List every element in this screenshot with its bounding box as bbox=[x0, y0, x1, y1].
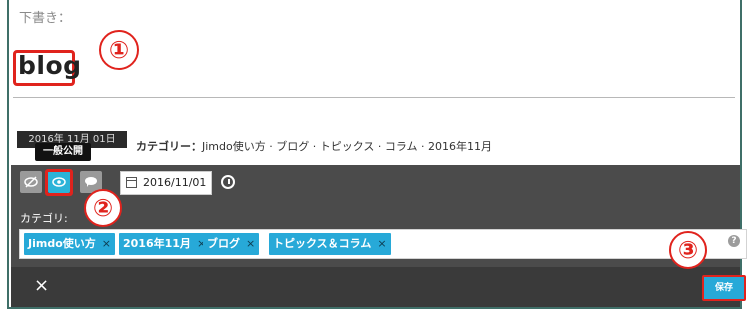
tag-remove-button[interactable]: × bbox=[377, 237, 386, 250]
calendar-icon bbox=[126, 177, 137, 188]
draft-label: 下書き： bbox=[19, 11, 72, 26]
blog-post-editor: 下書き： blog ① 2016年 11月 01日 カテゴリー：Jimdo使い方… bbox=[7, 0, 747, 309]
step-2-marker: ② bbox=[84, 189, 122, 227]
tag-label: 2016年11月 bbox=[123, 237, 191, 250]
save-button[interactable]: 保存 bbox=[702, 275, 746, 301]
category-tag: トピックス＆コラム × bbox=[269, 233, 391, 255]
close-button[interactable]: × bbox=[34, 277, 49, 295]
public-tooltip: 一般公開 bbox=[35, 143, 91, 161]
tag-label: Jimdo使い方 bbox=[28, 237, 96, 250]
hide-post-button[interactable] bbox=[20, 171, 42, 193]
eye-slash-icon bbox=[24, 176, 38, 188]
tag-remove-button[interactable]: × bbox=[102, 237, 111, 250]
comment-icon bbox=[85, 177, 97, 187]
category-tag: Jimdo使い方 × bbox=[24, 233, 115, 255]
publish-date-value: 2016/11/01 bbox=[143, 176, 207, 189]
step-3-marker: ③ bbox=[669, 231, 707, 269]
category-tag: ブログ × bbox=[203, 233, 260, 255]
category-meta-text: Jimdo使い方 · ブログ · トピックス · コラム · 2016年11月 bbox=[202, 140, 493, 153]
step-1-marker: ① bbox=[99, 30, 139, 70]
clock-icon[interactable] bbox=[221, 175, 235, 189]
category-meta-prefix: カテゴリー： bbox=[136, 140, 202, 153]
category-label: カテゴリ: bbox=[20, 212, 68, 225]
editor-footer bbox=[11, 267, 740, 307]
category-tag: 2016年11月 × bbox=[119, 233, 211, 255]
help-icon[interactable]: ? bbox=[728, 235, 740, 247]
category-meta: カテゴリー：Jimdo使い方 · ブログ · トピックス · コラム · 201… bbox=[136, 138, 492, 154]
title-divider bbox=[13, 97, 735, 98]
publish-date-input[interactable]: 2016/11/01 bbox=[120, 171, 212, 195]
public-button-highlight bbox=[45, 169, 73, 196]
tag-remove-button[interactable]: × bbox=[246, 237, 255, 250]
tag-label: ブログ bbox=[207, 237, 240, 250]
tag-label: トピックス＆コラム bbox=[273, 237, 372, 250]
post-title-input[interactable]: blog bbox=[18, 51, 82, 80]
